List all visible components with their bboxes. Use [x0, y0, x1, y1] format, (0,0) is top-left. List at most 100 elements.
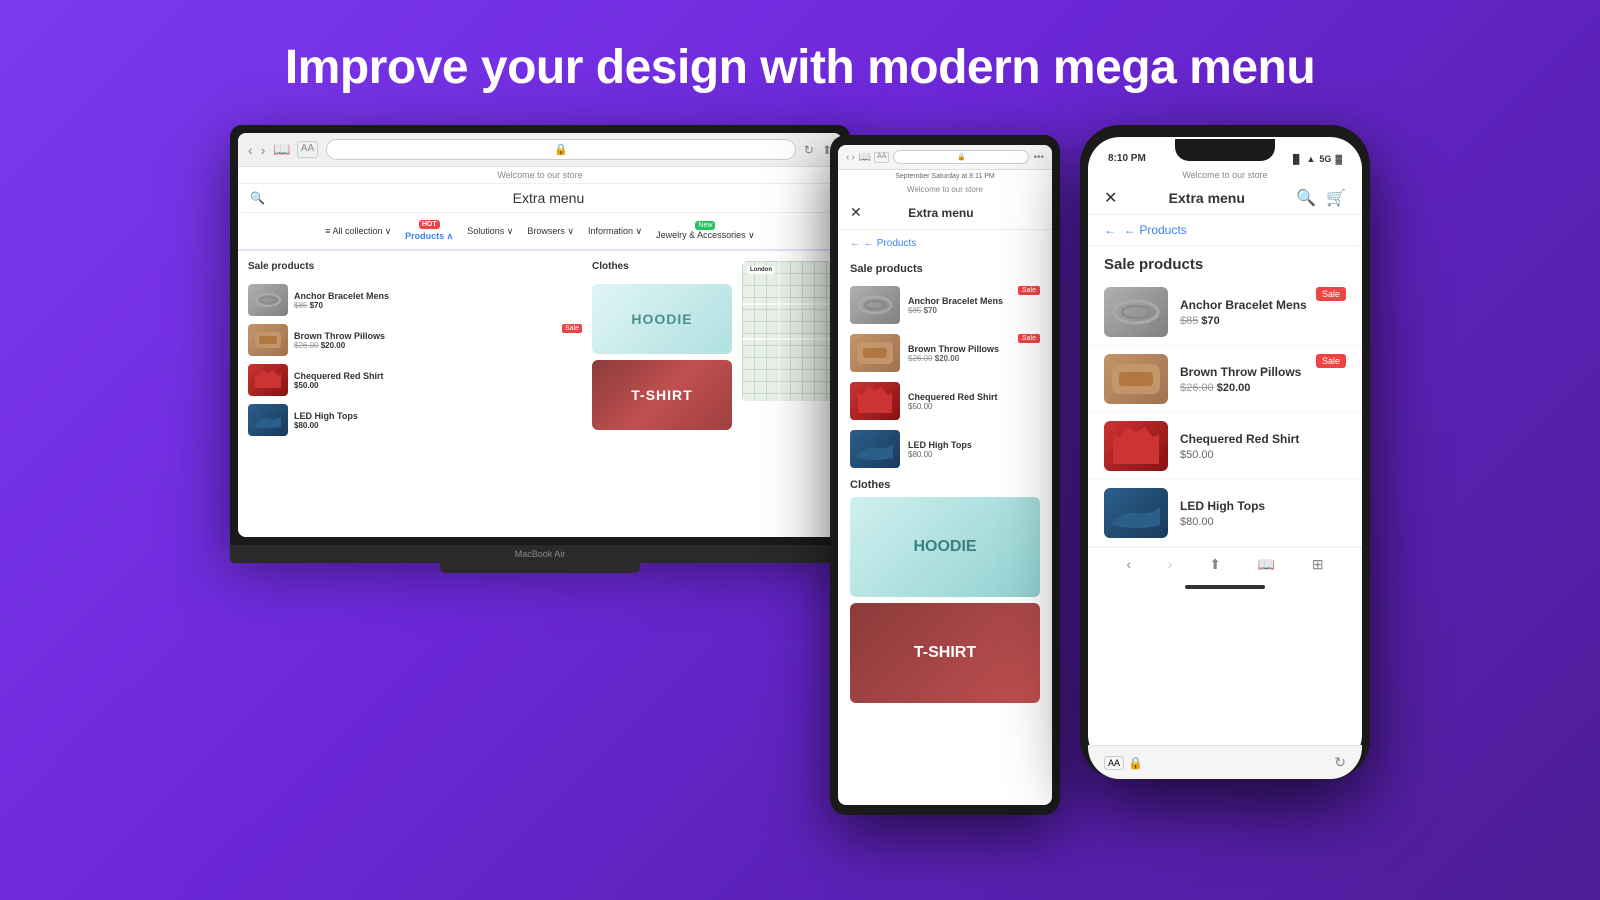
hoodie-image[interactable]: HOODIE	[592, 284, 732, 354]
phone-product-item[interactable]: Chequered Red Shirt $50.00	[1088, 413, 1362, 480]
tablet-address[interactable]: 🔒	[893, 150, 1029, 164]
tablet-nav-arrows: ‹ ›	[846, 152, 855, 163]
phone-screen: 8:10 PM ▐▌ ▲ 5G ▓ Welcome to our store ✕…	[1088, 137, 1362, 767]
product-item[interactable]: Brown Throw Pillows $26.00 $20.00 Sale	[248, 324, 582, 356]
product-item[interactable]: Chequered Red Shirt $50.00	[248, 364, 582, 396]
tablet-product-img-shirt	[850, 382, 900, 420]
tablet-product-item[interactable]: Chequered Red Shirt $50.00	[838, 377, 1052, 425]
phone-product-item[interactable]: LED High Tops $80.00	[1088, 480, 1362, 547]
tablet-product-name: Chequered Red Shirt	[908, 392, 998, 402]
tablet-icons: 📖 AA	[859, 152, 890, 163]
price: $80.00	[294, 421, 318, 430]
tablet-aa-icon[interactable]: AA	[874, 152, 889, 163]
phone-outer: 8:10 PM ▐▌ ▲ 5G ▓ Welcome to our store ✕…	[1080, 125, 1370, 779]
tablet-device: ‹ › 📖 AA 🔒 ••• September Saturday at 8:1…	[830, 135, 1060, 815]
price-old: $26.00	[908, 354, 932, 363]
tablet-products-nav[interactable]: ← ← Products	[838, 230, 1052, 257]
phone-product-price: $85 $70	[1180, 315, 1307, 327]
forward-arrow-icon[interactable]: ›	[261, 142, 266, 158]
phone-refresh-icon[interactable]: ↻	[1334, 754, 1346, 767]
tablet-timestamp: September Saturday at 8:11 PM	[838, 170, 1052, 183]
sale-badge: Sale	[562, 324, 582, 333]
text-size-icon[interactable]: AA	[297, 141, 318, 158]
tablet-product-item[interactable]: Brown Throw Pillows $26.00 $20.00 Sale	[838, 329, 1052, 377]
phone-product-info: Anchor Bracelet Mens $85 $70	[1180, 298, 1307, 327]
laptop-base: MacBook Air	[230, 545, 850, 563]
price-new: $70	[310, 301, 323, 310]
price-old: $85	[1180, 315, 1198, 327]
jewelry-with-badge: New Jewelry & Accessories ∨	[656, 221, 755, 241]
phone-status-right: ▐▌ ▲ 5G ▓	[1290, 154, 1342, 164]
tablet-tshirt-label: T-SHIRT	[914, 644, 976, 662]
page-headline: Improve your design with modern mega men…	[285, 40, 1315, 95]
address-bar[interactable]: 🔒	[326, 139, 796, 160]
phone-product-item[interactable]: Brown Throw Pillows $26.00 $20.00 Sale	[1088, 346, 1362, 413]
tablet-close-button[interactable]: ✕	[850, 204, 862, 221]
product-price: $80.00	[294, 421, 582, 430]
phone-aa-icon[interactable]: AA	[1104, 756, 1124, 768]
refresh-icon[interactable]: ↻	[804, 143, 814, 157]
tablet-product-img-bracelet	[850, 286, 900, 324]
tablet-book-icon[interactable]: 📖	[859, 152, 871, 163]
phone-sale-badge: Sale	[1316, 354, 1346, 368]
phone-nav-forward-icon[interactable]: ›	[1168, 556, 1173, 573]
map-road	[742, 303, 832, 305]
product-name: Chequered Red Shirt	[294, 371, 582, 381]
phone-product-item[interactable]: Anchor Bracelet Mens $85 $70 Sale	[1088, 279, 1362, 346]
tablet-lock-icon: 🔒	[957, 154, 966, 161]
nav-products-label: Products ∧	[405, 231, 453, 242]
nav-item-solutions[interactable]: Solutions ∨	[461, 223, 519, 240]
phone-nav-book-icon[interactable]: 📖	[1258, 556, 1275, 573]
tshirt-image[interactable]: T-SHIRT	[592, 360, 732, 430]
tablet-tshirt-image[interactable]: T-SHIRT	[850, 603, 1040, 703]
phone-products-nav[interactable]: ← ← Products	[1088, 215, 1362, 246]
clothes-col: Clothes HOODIE T-SHIRT	[592, 261, 732, 533]
tablet-product-item[interactable]: Anchor Bracelet Mens $85 $70 Sale	[838, 281, 1052, 329]
phone-cart-icon[interactable]: 🛒	[1326, 188, 1346, 208]
phone-bottom-left: AA 🔒	[1104, 756, 1143, 768]
product-item[interactable]: LED High Tops $80.00	[248, 404, 582, 436]
solutions-label: Solutions ∨	[467, 226, 513, 237]
book-icon[interactable]: 📖	[273, 141, 290, 158]
phone-nav-share-icon[interactable]: ⬆	[1209, 556, 1221, 573]
phone-product-price: $26.00 $20.00	[1180, 382, 1301, 394]
price-new: $70	[1201, 315, 1219, 327]
phone-nav-back-icon[interactable]: ‹	[1126, 556, 1131, 573]
tablet-product-item[interactable]: LED High Tops $80.00	[838, 425, 1052, 473]
product-item[interactable]: Anchor Bracelet Mens $85 $70	[248, 284, 582, 316]
tablet-back-icon[interactable]: ‹	[846, 152, 849, 163]
signal-bars-icon: ▐▌	[1290, 154, 1303, 164]
phone-product-img-pillow	[1104, 354, 1168, 404]
product-info: Anchor Bracelet Mens $85 $70	[294, 291, 582, 310]
tablet-hoodie-image[interactable]: HOODIE	[850, 497, 1040, 597]
phone-product-img-shoes	[1104, 488, 1168, 538]
phone-search-icon[interactable]: 🔍	[1296, 188, 1316, 208]
phone-header-icons: 🔍 🛒	[1296, 188, 1346, 208]
tablet-more-icon[interactable]: •••	[1033, 152, 1044, 163]
tablet-products-back-label: ← Products	[864, 238, 916, 249]
tablet-sale-section-title: Sale products	[838, 257, 1052, 281]
product-price: $50.00	[294, 381, 582, 390]
tablet-forward-icon[interactable]: ›	[851, 152, 854, 163]
laptop-model-label: MacBook Air	[515, 549, 566, 559]
nav-item-browsers[interactable]: Browsers ∨	[521, 223, 580, 240]
product-info: LED High Tops $80.00	[294, 411, 582, 430]
nav-item-products[interactable]: HOT Products ∧	[399, 217, 459, 245]
phone-notch	[1175, 139, 1275, 161]
store-topbar: Welcome to our store	[238, 167, 842, 184]
back-arrow-icon[interactable]: ‹	[248, 142, 253, 158]
nav-item-information[interactable]: Information ∨	[582, 223, 648, 240]
tablet-menu-header: ✕ Extra menu	[838, 196, 1052, 230]
phone-nav-tabs-icon[interactable]: ⊞	[1312, 556, 1324, 573]
phone-product-info: LED High Tops $80.00	[1180, 499, 1265, 528]
new-badge: New	[695, 221, 715, 230]
tablet-product-info: Anchor Bracelet Mens $85 $70	[908, 296, 1003, 315]
search-icon[interactable]: 🔍	[250, 191, 265, 205]
tablet-product-price: $80.00	[908, 450, 972, 459]
nav-item-jewelry[interactable]: New Jewelry & Accessories ∨	[650, 218, 761, 244]
phone-sale-section-title: Sale products	[1088, 246, 1362, 279]
phone-close-button[interactable]: ✕	[1104, 188, 1117, 208]
phone-product-price: $80.00	[1180, 516, 1265, 528]
price-new: $20.00	[1217, 382, 1251, 394]
nav-item-allcollection[interactable]: ≡ All collection ∨	[319, 223, 397, 240]
